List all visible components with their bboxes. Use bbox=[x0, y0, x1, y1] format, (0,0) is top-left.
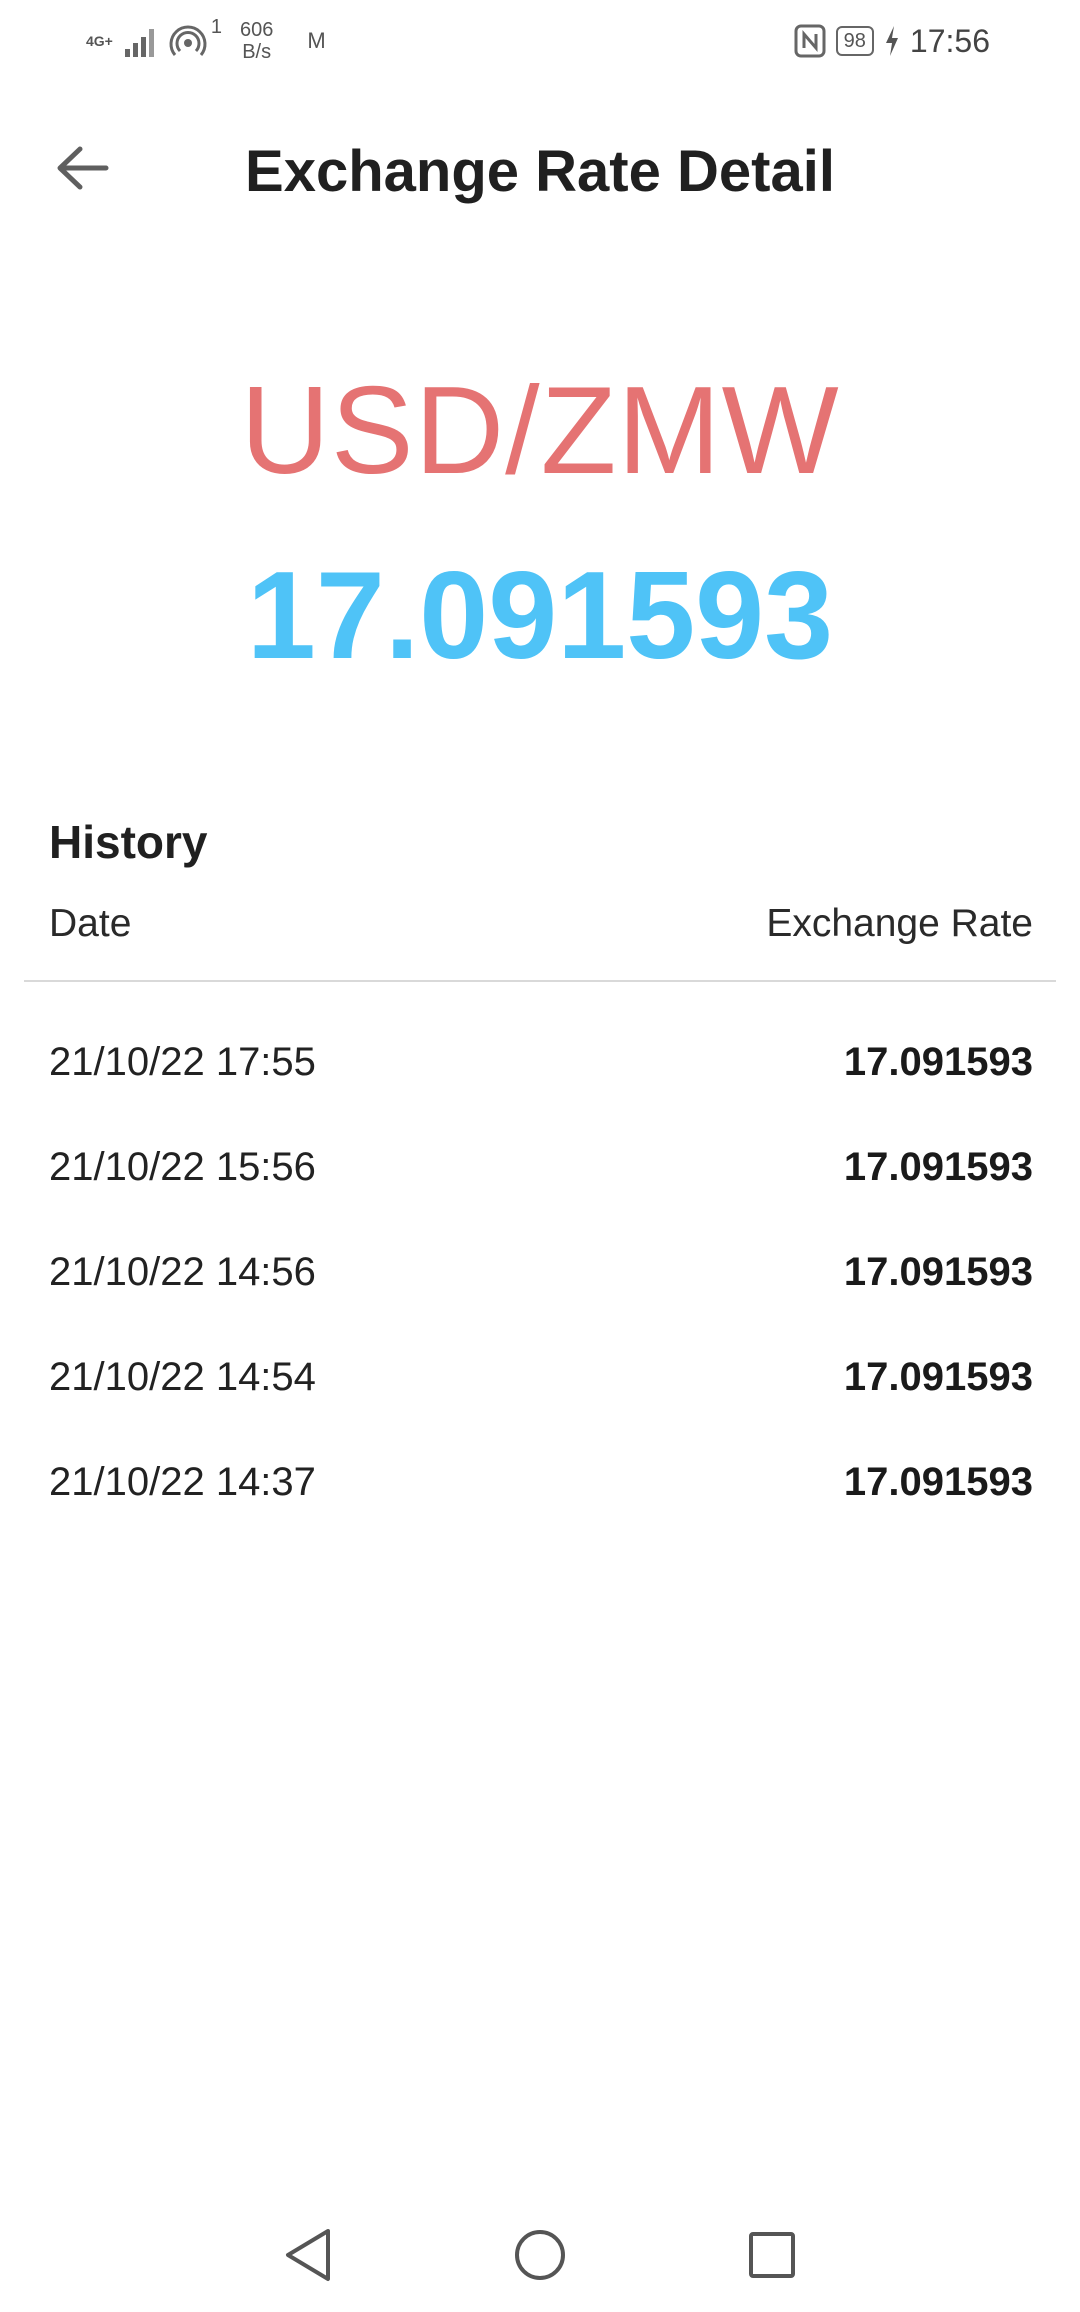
history-rate: 17.091593 bbox=[843, 1460, 1033, 1504]
nav-home-button[interactable] bbox=[505, 2220, 575, 2290]
history-date: 21/10/22 14:56 bbox=[49, 1250, 316, 1294]
divider bbox=[24, 980, 1056, 982]
speed-unit: B/s bbox=[242, 41, 272, 63]
clock: 17:56 bbox=[909, 22, 990, 59]
page-title: Exchange Rate Detail bbox=[245, 139, 835, 204]
date-column-header: Date bbox=[49, 902, 132, 945]
status-left: 4G+ 1 606 B/s M bbox=[86, 16, 326, 66]
rate-column-header: Exchange Rate bbox=[766, 902, 1033, 945]
hotspot-icon bbox=[169, 25, 207, 56]
app-bar: Exchange Rate Detail bbox=[0, 110, 1080, 220]
circle-home-icon bbox=[515, 2230, 565, 2280]
charging-icon bbox=[885, 26, 898, 56]
nfc-icon bbox=[794, 24, 826, 58]
history-date: 21/10/22 15:56 bbox=[49, 1145, 316, 1189]
network-type-label: 4G+ bbox=[86, 33, 113, 49]
history-rate: 17.091593 bbox=[843, 1145, 1033, 1189]
history-title: History bbox=[49, 816, 208, 868]
battery-indicator: 98 bbox=[835, 26, 874, 56]
status-bar: 4G+ 1 606 B/s M 98 17:56 bbox=[0, 0, 1080, 80]
system-nav-bar bbox=[0, 2200, 1080, 2312]
history-rate: 17.091593 bbox=[843, 1250, 1033, 1294]
speed-value: 606 bbox=[239, 19, 274, 41]
nav-recents-button[interactable] bbox=[737, 2220, 807, 2290]
square-recents-icon bbox=[749, 2232, 795, 2278]
current-rate: 17.091593 bbox=[246, 547, 834, 685]
history-row: 21/10/22 14:54 17.091593 bbox=[49, 1325, 1033, 1430]
history-header: Date Exchange Rate bbox=[49, 902, 1033, 946]
history-date: 21/10/22 14:37 bbox=[49, 1460, 316, 1504]
battery-level: 98 bbox=[843, 29, 866, 52]
history-row: 21/10/22 17:55 17.091593 bbox=[49, 1010, 1033, 1115]
signal-icon bbox=[124, 29, 154, 57]
nav-back-button[interactable] bbox=[273, 2220, 343, 2290]
history-date: 21/10/22 14:54 bbox=[49, 1355, 316, 1399]
currency-pair: USD/ZMW bbox=[240, 362, 840, 500]
history-list: 21/10/22 17:55 17.091593 21/10/22 15:56 … bbox=[49, 1010, 1033, 1535]
triangle-back-icon bbox=[286, 2229, 330, 2281]
history-rate: 17.091593 bbox=[843, 1355, 1033, 1399]
history-date: 21/10/22 17:55 bbox=[49, 1040, 316, 1084]
network-speed: 606 B/s bbox=[240, 19, 273, 63]
status-right: 98 17:56 bbox=[794, 16, 990, 66]
hotspot-count: 1 bbox=[210, 16, 222, 38]
carrier-icon: M bbox=[307, 28, 326, 53]
history-rate: 17.091593 bbox=[843, 1040, 1033, 1084]
history-row: 21/10/22 14:37 17.091593 bbox=[49, 1430, 1033, 1535]
history-row: 21/10/22 15:56 17.091593 bbox=[49, 1115, 1033, 1220]
history-row: 21/10/22 14:56 17.091593 bbox=[49, 1220, 1033, 1325]
